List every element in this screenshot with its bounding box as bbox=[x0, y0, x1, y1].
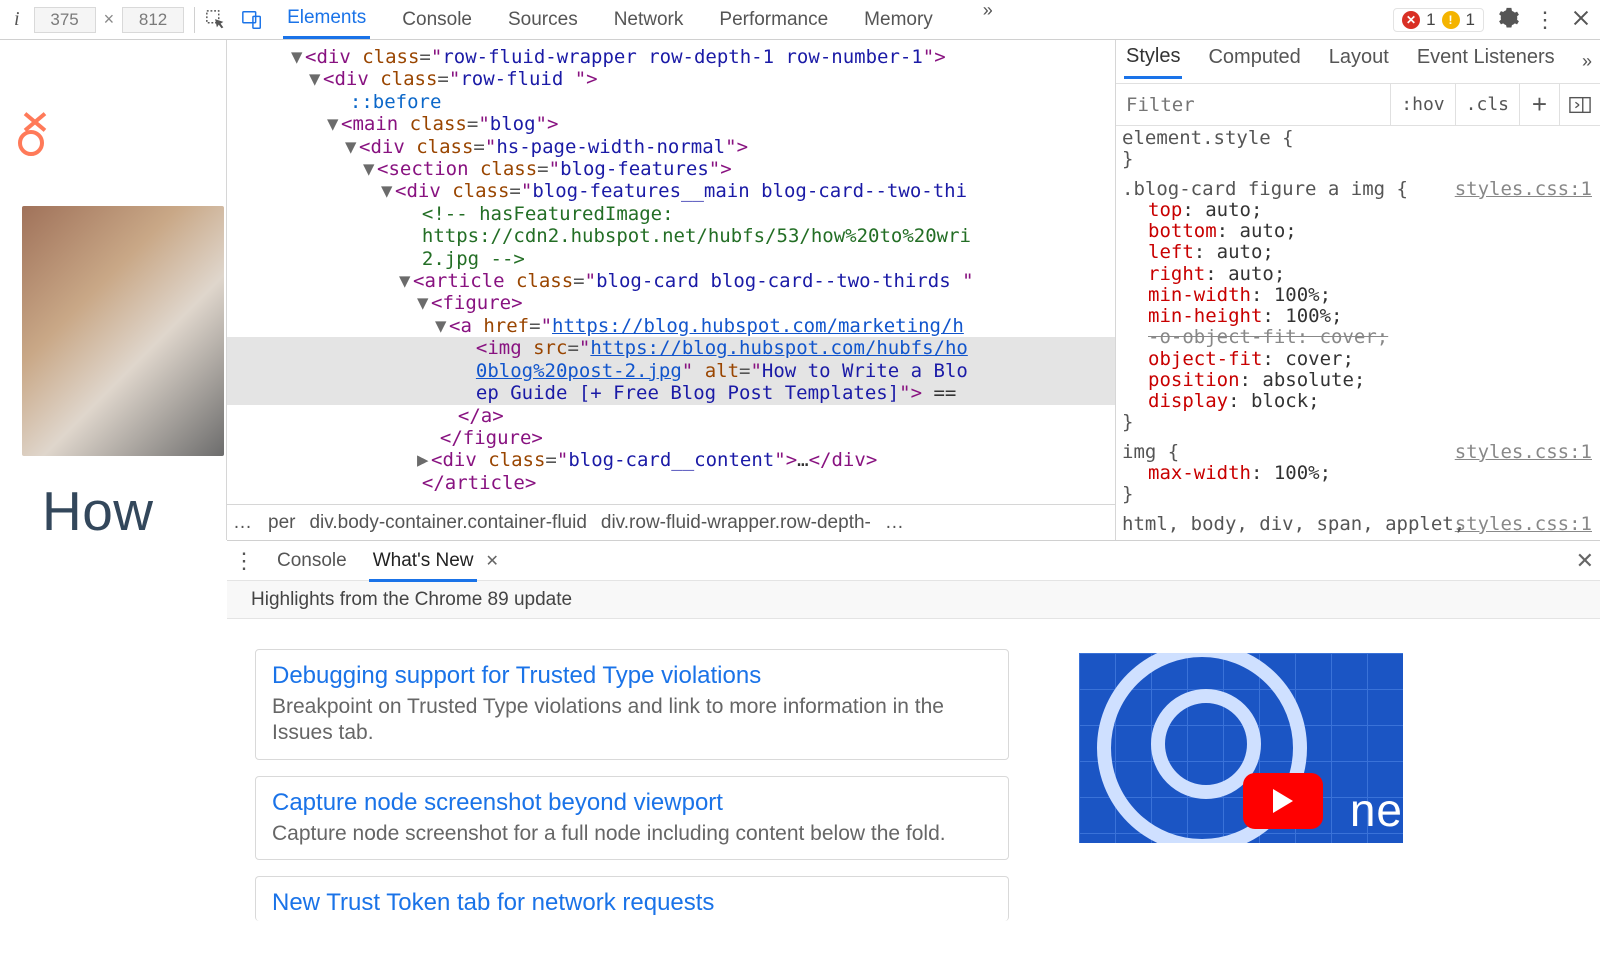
warning-count: 1 bbox=[1466, 10, 1475, 30]
tab-computed[interactable]: Computed bbox=[1206, 46, 1302, 77]
styles-overflow-icon[interactable]: » bbox=[1582, 51, 1592, 72]
dom-comment[interactable]: 2.jpg --> bbox=[227, 248, 1115, 270]
dom-node[interactable]: ▼<div class="row-fluid "> bbox=[227, 68, 1115, 90]
news-card[interactable]: New Trust Token tab for network requests bbox=[255, 876, 1009, 921]
article-image bbox=[22, 206, 224, 456]
width-input[interactable]: 375 bbox=[34, 7, 96, 33]
settings-icon[interactable] bbox=[1498, 7, 1520, 33]
crumb-item[interactable]: div.row-fluid-wrapper.row-depth- bbox=[601, 512, 871, 534]
hov-toggle[interactable]: :hov bbox=[1391, 84, 1455, 125]
cls-toggle[interactable]: .cls bbox=[1456, 84, 1520, 125]
dom-node[interactable]: ▼<div class="hs-page-width-normal"> bbox=[227, 136, 1115, 158]
news-column: Debugging support for Trusted Type viola… bbox=[255, 649, 1009, 921]
video-text-fragment: ne bbox=[1350, 783, 1403, 837]
tab-sources[interactable]: Sources bbox=[504, 0, 582, 39]
dom-tree[interactable]: ▼<div class="row-fluid-wrapper row-depth… bbox=[227, 40, 1115, 504]
dom-node[interactable]: ▼<a href="https://blog.hubspot.com/marke… bbox=[227, 315, 1115, 337]
dom-node-close[interactable]: </article> bbox=[227, 472, 1115, 494]
dom-node-selected[interactable]: ep Guide [+ Free Blog Post Templates]"> … bbox=[227, 382, 1115, 404]
rendered-page-preview: How to W Post: A St Guide [+ Post Temp M… bbox=[0, 40, 227, 540]
dom-node-selected[interactable]: <img src="https://blog.hubspot.com/hubfs… bbox=[227, 337, 1115, 359]
dom-node-close[interactable]: </figure> bbox=[227, 427, 1115, 449]
news-card-title: New Trust Token tab for network requests bbox=[272, 889, 992, 917]
play-icon bbox=[1243, 773, 1323, 829]
tab-console[interactable]: Console bbox=[398, 0, 476, 39]
news-card-body: Capture node screenshot for a full node … bbox=[272, 821, 992, 847]
close-devtools-icon[interactable] bbox=[1570, 7, 1592, 33]
close-drawer-icon[interactable]: ✕ bbox=[1576, 548, 1594, 574]
dom-node[interactable]: ▼<figure> bbox=[227, 292, 1115, 314]
tab-performance[interactable]: Performance bbox=[715, 0, 832, 39]
breadcrumb[interactable]: … per div.body-container.container-fluid… bbox=[227, 504, 1115, 540]
error-count: 1 bbox=[1426, 10, 1435, 30]
source-link[interactable]: styles.css:1 bbox=[1455, 179, 1592, 200]
height-input[interactable]: 812 bbox=[122, 7, 184, 33]
tab-network[interactable]: Network bbox=[610, 0, 688, 39]
tab-memory[interactable]: Memory bbox=[860, 0, 937, 39]
drawer-tab-whatsnew[interactable]: What's New bbox=[369, 550, 478, 572]
news-card[interactable]: Debugging support for Trusted Type viola… bbox=[255, 649, 1009, 760]
dom-node[interactable]: ▼<main class="blog"> bbox=[227, 113, 1115, 135]
article-title: How to W Post: A St Guide [+ Post Temp bbox=[42, 484, 204, 540]
warning-icon: ! bbox=[1442, 11, 1460, 29]
hubspot-logo-icon bbox=[18, 130, 226, 156]
styles-panel: Styles Computed Layout Event Listeners »… bbox=[1116, 40, 1600, 540]
elements-panel: ▼<div class="row-fluid-wrapper row-depth… bbox=[227, 40, 1116, 540]
tab-styles[interactable]: Styles bbox=[1124, 45, 1182, 79]
crumb-item[interactable]: per bbox=[268, 512, 295, 534]
more-menu-icon[interactable]: ⋮ bbox=[1534, 7, 1556, 33]
whatsnew-video-thumbnail[interactable]: ne bbox=[1079, 653, 1403, 843]
drawer-menu-icon[interactable]: ⋮ bbox=[233, 548, 255, 574]
drawer-tab-console[interactable]: Console bbox=[273, 550, 351, 572]
dom-node[interactable]: ▶<div class="blog-card__content">…</div> bbox=[227, 449, 1115, 471]
new-style-rule-icon[interactable]: + bbox=[1520, 84, 1560, 125]
issue-counter[interactable]: ✕ 1 ! 1 bbox=[1393, 8, 1484, 32]
devtools-toolbar: i 375 × 812 Elements Console Sources Net… bbox=[0, 0, 1600, 40]
news-card-title: Debugging support for Trusted Type viola… bbox=[272, 662, 992, 690]
work-area: How to W Post: A St Guide [+ Post Temp M… bbox=[0, 40, 1600, 540]
toggle-sidebar-icon[interactable] bbox=[1560, 84, 1600, 125]
device-toggle-icon[interactable] bbox=[237, 5, 267, 35]
info-icon[interactable]: i bbox=[8, 8, 26, 31]
console-drawer: ⋮ Console What's New ✕ ✕ Highlights from… bbox=[227, 540, 1600, 921]
tab-event-listeners[interactable]: Event Listeners bbox=[1415, 46, 1557, 77]
tab-layout[interactable]: Layout bbox=[1327, 46, 1391, 77]
news-card-title: Capture node screenshot beyond viewport bbox=[272, 789, 992, 817]
dom-comment[interactable]: https://cdn2.hubspot.net/hubfs/53/how%20… bbox=[227, 225, 1115, 247]
crumb-item[interactable]: div.body-container.container-fluid bbox=[309, 512, 586, 534]
toolbar-right: ✕ 1 ! 1 ⋮ bbox=[1393, 7, 1592, 33]
main-tabs: Elements Console Sources Network Perform… bbox=[283, 0, 993, 39]
drawer-header: ⋮ Console What's New ✕ ✕ bbox=[227, 541, 1600, 581]
styles-filter-input[interactable] bbox=[1116, 84, 1391, 125]
dom-node[interactable]: ▼<article class="blog-card blog-card--tw… bbox=[227, 270, 1115, 292]
dom-node[interactable]: ▼<section class="blog-features"> bbox=[227, 158, 1115, 180]
whatsnew-heading: Highlights from the Chrome 89 update bbox=[227, 581, 1600, 619]
dom-comment[interactable]: <!-- hasFeaturedImage: bbox=[227, 203, 1115, 225]
css-rules[interactable]: element.style { } styles.css:1.blog-card… bbox=[1116, 126, 1600, 535]
tab-elements[interactable]: Elements bbox=[283, 0, 370, 39]
error-icon: ✕ bbox=[1402, 11, 1420, 29]
close-tab-icon[interactable]: ✕ bbox=[485, 551, 498, 571]
whatsnew-body: Debugging support for Trusted Type viola… bbox=[227, 619, 1600, 921]
dom-node-selected[interactable]: 0blog%20post-2.jpg" alt="How to Write a … bbox=[227, 360, 1115, 382]
dom-node-close[interactable]: </a> bbox=[227, 405, 1115, 427]
dom-node[interactable]: ▼<div class="blog-features__main blog-ca… bbox=[227, 180, 1115, 202]
dom-node[interactable]: ▼<div class="row-fluid-wrapper row-depth… bbox=[227, 46, 1115, 68]
dom-pseudo[interactable]: ::before bbox=[227, 91, 1115, 113]
dimension-separator: × bbox=[104, 9, 115, 30]
inspect-element-icon[interactable] bbox=[201, 5, 231, 35]
source-link[interactable]: styles.css:1 bbox=[1455, 442, 1592, 463]
styles-tabs: Styles Computed Layout Event Listeners » bbox=[1116, 40, 1600, 84]
news-card[interactable]: Capture node screenshot beyond viewport … bbox=[255, 776, 1009, 860]
news-card-body: Breakpoint on Trusted Type violations an… bbox=[272, 694, 992, 747]
styles-filter-row: :hov .cls + bbox=[1116, 84, 1600, 126]
responsive-dimensions: i 375 × 812 bbox=[8, 7, 195, 33]
crumb-ellipsis[interactable]: … bbox=[233, 512, 254, 534]
crumb-ellipsis[interactable]: … bbox=[885, 512, 906, 534]
tabs-overflow-icon[interactable]: » bbox=[983, 0, 993, 39]
